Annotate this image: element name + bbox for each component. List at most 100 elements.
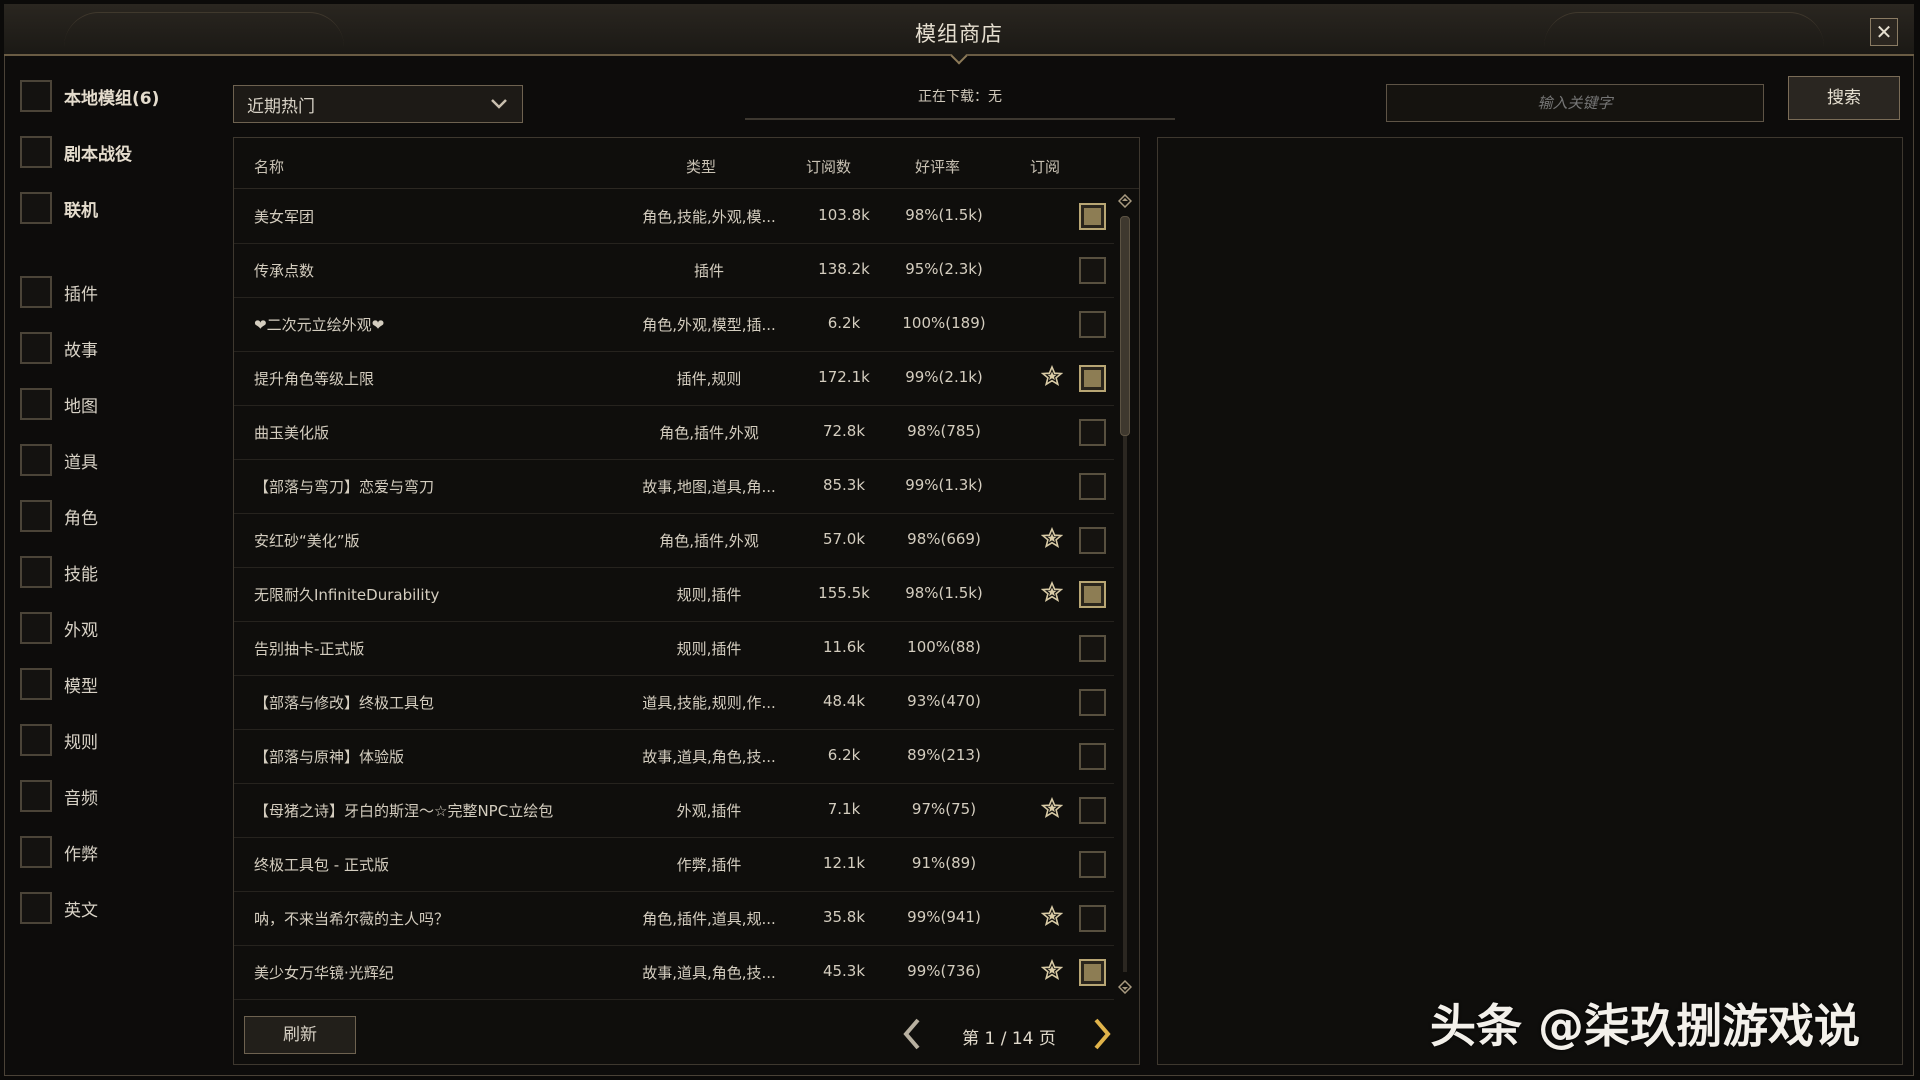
header-rate[interactable]: 好评率 bbox=[915, 156, 960, 177]
filter-checkbox[interactable] bbox=[20, 892, 52, 924]
filter-checkbox[interactable] bbox=[20, 780, 52, 812]
filter-label: 剧本战役 bbox=[64, 144, 132, 165]
table-row[interactable]: 【部落与原神】体验版 故事,道具,角色,技... 6.2k 89%(213) bbox=[234, 729, 1114, 784]
filter-label: 角色 bbox=[64, 508, 98, 529]
scroll-up-icon[interactable] bbox=[1118, 194, 1132, 208]
scrollbar[interactable] bbox=[1117, 194, 1133, 994]
table-row[interactable]: 安红砂“美化”版 角色,插件,外观 57.0k 98%(669) bbox=[234, 513, 1114, 568]
subscribe-checkbox[interactable] bbox=[1079, 203, 1106, 230]
favorite-star-icon[interactable] bbox=[1041, 797, 1063, 819]
header-type[interactable]: 类型 bbox=[686, 156, 716, 177]
mod-name: 美女军团 bbox=[254, 208, 315, 226]
subscribe-checkbox[interactable] bbox=[1079, 365, 1106, 392]
mod-type: 规则,插件 bbox=[676, 640, 742, 658]
mod-rating: 97%(75) bbox=[911, 800, 977, 818]
favorite-star-icon[interactable] bbox=[1041, 959, 1063, 981]
prev-page-icon[interactable] bbox=[898, 1016, 928, 1052]
scroll-thumb[interactable] bbox=[1120, 216, 1130, 436]
filter-checkbox[interactable] bbox=[20, 276, 52, 308]
mod-rating: 99%(736) bbox=[907, 962, 981, 980]
filter-checkbox[interactable] bbox=[20, 500, 52, 532]
filter-category-0[interactable]: 插件 bbox=[20, 274, 98, 310]
table-row[interactable]: 无限耐久InfiniteDurability 规则,插件 155.5k 98%(1.5… bbox=[234, 567, 1114, 622]
table-row[interactable]: 【部落与弯刀】恋爱与弯刀 故事,地图,道具,角... 85.3k 99%(1.3k) bbox=[234, 459, 1114, 514]
table-row[interactable]: 呐，不来当希尔薇的主人吗？ 角色,插件,道具,规... 35.8k 99%(941) bbox=[234, 891, 1114, 946]
mod-subscriptions: 57.0k bbox=[822, 530, 866, 548]
mod-type: 规则,插件 bbox=[676, 586, 742, 604]
subscribe-checkbox[interactable] bbox=[1079, 257, 1106, 284]
subscribe-checkbox[interactable] bbox=[1079, 419, 1106, 446]
table-row[interactable]: 美女军团 角色,技能,外观,模... 103.8k 98%(1.5k) bbox=[234, 189, 1114, 244]
favorite-star-icon[interactable] bbox=[1041, 581, 1063, 603]
filter-category-3[interactable]: 道具 bbox=[20, 442, 98, 478]
filter-primary-2[interactable]: 联机 bbox=[20, 190, 98, 226]
subscribe-checkbox[interactable] bbox=[1079, 851, 1106, 878]
filter-category-8[interactable]: 规则 bbox=[20, 722, 98, 758]
subscribe-checkbox[interactable] bbox=[1079, 905, 1106, 932]
filter-checkbox[interactable] bbox=[20, 836, 52, 868]
table-row[interactable]: 【部落与修改】终极工具包 道具,技能,规则,作... 48.4k 93%(470) bbox=[234, 675, 1114, 730]
filter-checkbox[interactable] bbox=[20, 136, 52, 168]
subscribe-checkbox[interactable] bbox=[1079, 311, 1106, 338]
filter-checkbox[interactable] bbox=[20, 444, 52, 476]
filter-checkbox[interactable] bbox=[20, 612, 52, 644]
filter-category-7[interactable]: 模型 bbox=[20, 666, 98, 702]
table-row[interactable]: 【母猪之诗】牙白的斯涅～☆完整NPC立绘包 外观,插件 7.1k 97%(75) bbox=[234, 783, 1114, 838]
header-subs[interactable]: 订阅数 bbox=[806, 156, 851, 177]
sort-dropdown[interactable]: 近期热门 bbox=[233, 85, 523, 123]
table-row[interactable]: 终极工具包 - 正式版 作弊,插件 12.1k 91%(89) bbox=[234, 837, 1114, 892]
mod-name: 【部落与弯刀】恋爱与弯刀 bbox=[254, 478, 435, 496]
filter-label: 联机 bbox=[64, 200, 98, 221]
mod-name: 终极工具包 - 正式版 bbox=[254, 856, 389, 874]
mod-rating: 93%(470) bbox=[907, 692, 981, 710]
filter-checkbox[interactable] bbox=[20, 724, 52, 756]
favorite-star-icon[interactable] bbox=[1041, 365, 1063, 387]
subscribe-checkbox[interactable] bbox=[1079, 689, 1106, 716]
table-row[interactable]: 美少女万华镜·光辉纪 故事,道具,角色,技... 45.3k 99%(736) bbox=[234, 945, 1114, 1000]
filter-checkbox[interactable] bbox=[20, 668, 52, 700]
window-title: 模组商店 bbox=[915, 22, 1003, 46]
filter-category-1[interactable]: 故事 bbox=[20, 330, 98, 366]
filter-category-5[interactable]: 技能 bbox=[20, 554, 98, 590]
mod-subscriptions: 155.5k bbox=[818, 584, 870, 602]
filter-category-10[interactable]: 作弊 bbox=[20, 834, 98, 870]
search-input[interactable] bbox=[1386, 84, 1764, 122]
filter-category-4[interactable]: 角色 bbox=[20, 498, 98, 534]
filter-checkbox[interactable] bbox=[20, 556, 52, 588]
table-row[interactable]: ❤二次元立绘外观❤ 角色,外观,模型,插... 6.2k 100%(189) bbox=[234, 297, 1114, 352]
subscribe-checkbox[interactable] bbox=[1079, 635, 1106, 662]
subscribe-checkbox[interactable] bbox=[1079, 743, 1106, 770]
filter-category-6[interactable]: 外观 bbox=[20, 610, 98, 646]
filter-checkbox[interactable] bbox=[20, 388, 52, 420]
filter-category-9[interactable]: 音频 bbox=[20, 778, 98, 814]
favorite-star-icon[interactable] bbox=[1041, 527, 1063, 549]
table-row[interactable]: 曲玉美化版 角色,插件,外观 72.8k 98%(785) bbox=[234, 405, 1114, 460]
download-status: 正在下载：无 bbox=[918, 89, 1002, 105]
table-row[interactable]: 传承点数 插件 138.2k 95%(2.3k) bbox=[234, 243, 1114, 298]
filter-primary-1[interactable]: 剧本战役 bbox=[20, 134, 132, 170]
favorite-star-icon[interactable] bbox=[1041, 905, 1063, 927]
filter-checkbox[interactable] bbox=[20, 80, 52, 112]
subscribe-checkbox[interactable] bbox=[1079, 797, 1106, 824]
header-name[interactable]: 名称 bbox=[254, 156, 284, 177]
close-button[interactable]: ✕ bbox=[1870, 18, 1898, 46]
subscribe-checkbox[interactable] bbox=[1079, 959, 1106, 986]
next-page-icon[interactable] bbox=[1086, 1016, 1116, 1052]
mod-subscriptions: 6.2k bbox=[827, 746, 861, 764]
search-button[interactable]: 搜索 bbox=[1788, 76, 1900, 120]
table-row[interactable]: 提升角色等级上限 插件,规则 172.1k 99%(2.1k) bbox=[234, 351, 1114, 406]
filter-checkbox[interactable] bbox=[20, 332, 52, 364]
mod-name: 提升角色等级上限 bbox=[254, 370, 375, 388]
filter-checkbox[interactable] bbox=[20, 192, 52, 224]
table-row[interactable]: 告别抽卡-正式版 规则,插件 11.6k 100%(88) bbox=[234, 621, 1114, 676]
subscribe-checkbox[interactable] bbox=[1079, 581, 1106, 608]
filter-label: 规则 bbox=[64, 732, 98, 753]
subscribe-checkbox[interactable] bbox=[1079, 527, 1106, 554]
subscribe-checkbox[interactable] bbox=[1079, 473, 1106, 500]
filter-label: 插件 bbox=[64, 284, 98, 305]
filter-category-11[interactable]: 英文 bbox=[20, 890, 98, 926]
filter-category-2[interactable]: 地图 bbox=[20, 386, 98, 422]
scroll-down-icon[interactable] bbox=[1118, 980, 1132, 994]
filter-primary-0[interactable]: 本地模组(6) bbox=[20, 78, 159, 114]
refresh-button[interactable]: 刷新 bbox=[244, 1016, 356, 1054]
